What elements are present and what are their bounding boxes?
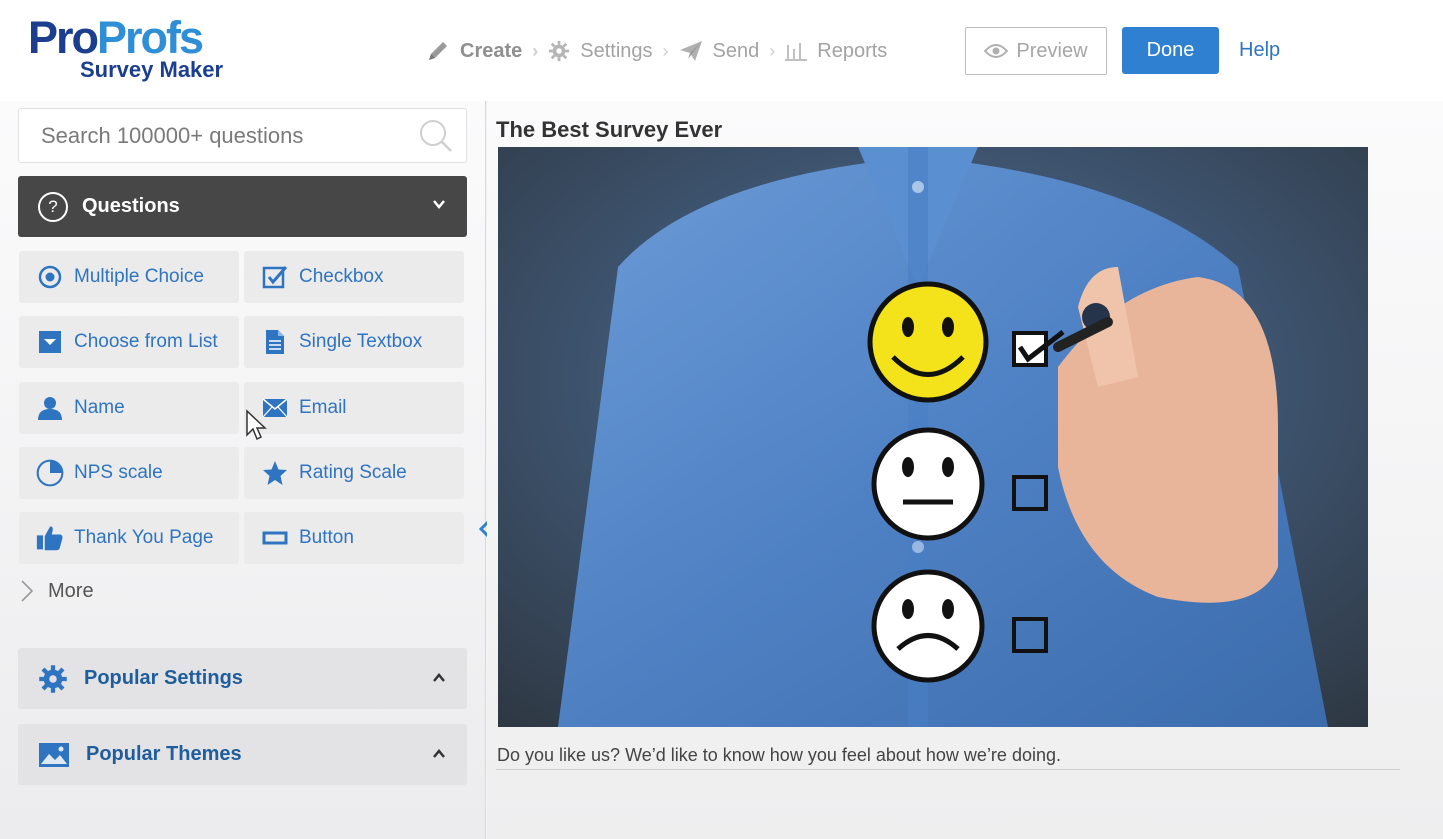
cover-illustration bbox=[498, 147, 1368, 727]
questions-accordion-header[interactable]: ? Questions bbox=[18, 176, 467, 237]
chevron-right-icon: › bbox=[532, 40, 539, 61]
popular-themes-label: Popular Themes bbox=[86, 743, 242, 765]
proprofs-logo[interactable]: ProProfs Survey Maker bbox=[28, 14, 243, 84]
person-icon bbox=[36, 394, 64, 422]
radio-icon bbox=[36, 263, 64, 291]
nav-reports[interactable]: Reports bbox=[785, 40, 887, 63]
more-toggle[interactable]: More bbox=[20, 579, 94, 603]
button-icon bbox=[261, 524, 289, 552]
divider bbox=[496, 769, 1400, 770]
eye-icon bbox=[984, 44, 1009, 58]
qtype-multiple-choice[interactable]: Multiple Choice bbox=[19, 251, 239, 303]
qtype-checkbox[interactable]: Checkbox bbox=[244, 251, 464, 303]
question-sidebar: ? Questions Multiple Choice Checkbox Cho… bbox=[0, 101, 490, 839]
popular-themes-header[interactable]: Popular Themes bbox=[18, 724, 467, 785]
qtype-nps-scale[interactable]: NPS scale bbox=[19, 447, 239, 499]
chevron-right-icon bbox=[21, 580, 34, 602]
question-mark-icon: ? bbox=[38, 191, 68, 222]
neutral-face-icon bbox=[871, 427, 985, 541]
preview-button-label: Preview bbox=[1016, 39, 1088, 62]
top-header: ProProfs Survey Maker Create › Settings … bbox=[0, 0, 1443, 101]
qtype-label: Button bbox=[299, 527, 354, 548]
logo-product-name: Survey Maker bbox=[80, 57, 224, 82]
survey-description[interactable]: Do you like us? We’d like to know how yo… bbox=[497, 745, 1061, 766]
nav-send-label: Send bbox=[712, 39, 760, 62]
survey-cover-image[interactable] bbox=[498, 147, 1368, 727]
nav-create-label: Create bbox=[460, 39, 523, 62]
sad-face-icon bbox=[871, 569, 985, 683]
qtype-name[interactable]: Name bbox=[19, 382, 239, 434]
search-input[interactable] bbox=[41, 122, 421, 150]
star-icon bbox=[261, 459, 289, 487]
image-icon bbox=[38, 742, 70, 768]
qtype-label: Name bbox=[74, 397, 125, 418]
nav-settings[interactable]: Settings › bbox=[548, 39, 669, 63]
mouse-cursor-icon bbox=[246, 409, 267, 441]
more-label: More bbox=[48, 579, 94, 602]
qtype-email[interactable]: Email bbox=[244, 382, 464, 434]
preview-button[interactable]: Preview bbox=[965, 27, 1107, 75]
popular-settings-label: Popular Settings bbox=[84, 667, 243, 689]
survey-canvas: The Best Survey Ever Do you like us? We’… bbox=[487, 101, 1443, 839]
nav-send[interactable]: Send › bbox=[679, 39, 776, 63]
chevron-right-icon: › bbox=[769, 40, 776, 61]
thumbs-up-icon bbox=[36, 524, 64, 552]
qtype-choose-from-list[interactable]: Choose from List bbox=[19, 316, 239, 368]
gear-icon bbox=[38, 664, 68, 694]
popular-settings-header[interactable]: Popular Settings bbox=[18, 648, 467, 709]
search-box bbox=[18, 108, 467, 163]
document-icon bbox=[261, 328, 289, 356]
survey-title[interactable]: The Best Survey Ever bbox=[496, 117, 722, 143]
search-icon[interactable] bbox=[418, 118, 454, 154]
checkbox-icon bbox=[261, 263, 289, 291]
qtype-label: Multiple Choice bbox=[74, 266, 204, 287]
qtype-label: Choose from List bbox=[74, 331, 218, 352]
chevron-right-icon: › bbox=[662, 40, 669, 61]
qtype-thank-you-page[interactable]: Thank You Page bbox=[19, 512, 239, 564]
logo-profs-text: Profs bbox=[97, 12, 204, 63]
done-button[interactable]: Done bbox=[1122, 27, 1219, 74]
chevron-down-icon bbox=[433, 200, 445, 209]
qtype-button[interactable]: Button bbox=[244, 512, 464, 564]
qtype-label: Single Textbox bbox=[299, 331, 423, 352]
logo-pro-text: Pro bbox=[28, 12, 99, 63]
chevron-up-icon bbox=[433, 673, 445, 682]
pencil-icon bbox=[429, 42, 447, 60]
help-link[interactable]: Help bbox=[1239, 39, 1280, 62]
chevron-up-icon bbox=[433, 749, 445, 758]
pie-chart-icon bbox=[36, 459, 64, 487]
paper-plane-icon bbox=[679, 41, 702, 61]
qtype-rating-scale[interactable]: Rating Scale bbox=[244, 447, 464, 499]
happy-face-icon bbox=[867, 281, 989, 403]
nav-reports-label: Reports bbox=[817, 39, 888, 62]
gear-icon bbox=[549, 40, 570, 62]
questions-header-label: Questions bbox=[82, 195, 180, 217]
qtype-label: Rating Scale bbox=[299, 462, 407, 483]
dropdown-icon bbox=[36, 328, 64, 356]
qtype-label: Email bbox=[299, 397, 347, 418]
qtype-label: Checkbox bbox=[299, 266, 384, 287]
nav-create[interactable]: Create › bbox=[426, 39, 538, 63]
bar-chart-icon bbox=[785, 43, 808, 61]
qtype-label: NPS scale bbox=[74, 462, 163, 483]
nav-settings-label: Settings bbox=[580, 39, 653, 62]
logo-wordmark: ProProfs bbox=[28, 12, 204, 63]
qtype-single-textbox[interactable]: Single Textbox bbox=[244, 316, 464, 368]
qtype-label: Thank You Page bbox=[74, 527, 214, 548]
workflow-nav: Create › Settings › Send › Reports bbox=[426, 28, 897, 74]
